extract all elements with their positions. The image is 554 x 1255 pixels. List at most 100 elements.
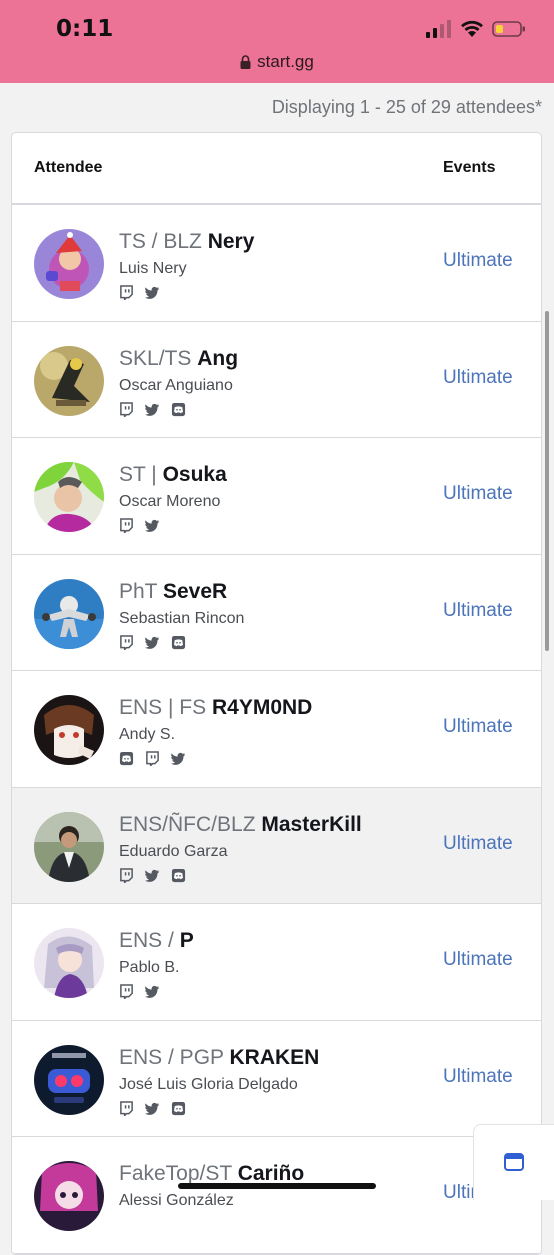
- url-text: start.gg: [257, 52, 314, 71]
- attendee-name: Sebastian Rincon: [119, 609, 245, 627]
- page-content: Displaying 1 - 25 of 29 attendees* Atten…: [0, 83, 554, 1255]
- social-links: [119, 751, 186, 766]
- table-header: Attendee Events: [12, 133, 541, 205]
- twitch-icon[interactable]: [119, 984, 134, 999]
- event-link-ultimate[interactable]: Ultimate: [443, 949, 513, 971]
- event-link-ultimate[interactable]: Ultimate: [443, 367, 513, 389]
- attendee-tag[interactable]: ST | Osuka: [119, 463, 227, 487]
- address-bar[interactable]: start.gg: [0, 52, 554, 72]
- battery-icon: [492, 21, 525, 37]
- team-prefix: TS / BLZ: [119, 230, 202, 253]
- gamer-tag: MasterKill: [261, 812, 362, 836]
- twitch-icon[interactable]: [119, 401, 134, 417]
- avatar[interactable]: [34, 345, 104, 416]
- twitch-icon[interactable]: [145, 751, 160, 766]
- attendee-tag[interactable]: TS / BLZ Nery: [119, 230, 254, 254]
- avatar[interactable]: [34, 462, 104, 532]
- scrollbar[interactable]: [545, 311, 549, 651]
- attendee-name: Luis Nery: [119, 260, 187, 277]
- table-row[interactable]: FakeTop/ST Cariño Alessi González Ultima…: [12, 1137, 541, 1254]
- attendee-name: Alessi González: [119, 1192, 234, 1209]
- clock: 0:11: [56, 16, 114, 42]
- team-prefix: ENS / PGP: [119, 1045, 224, 1069]
- avatar[interactable]: [34, 695, 104, 765]
- table-row[interactable]: ENS / PGP KRAKEN José Luis Gloria Delgad…: [12, 1020, 541, 1137]
- twitter-icon[interactable]: [145, 635, 160, 650]
- social-links: [119, 984, 160, 999]
- team-prefix: ENS/ÑFC/BLZ: [119, 812, 256, 836]
- event-link-ultimate[interactable]: Ultimate: [443, 833, 513, 855]
- column-header-attendee: Attendee: [34, 159, 103, 176]
- team-prefix: ST |: [119, 463, 157, 486]
- column-header-events: Events: [443, 159, 496, 176]
- attendee-table: Attendee Events TS / BLZ Nery Luis Nery: [11, 132, 542, 1255]
- table-row[interactable]: PhT SeveR Sebastian Rincon Ultimate: [12, 554, 541, 671]
- twitch-icon[interactable]: [119, 1100, 134, 1116]
- twitter-icon[interactable]: [145, 1101, 160, 1116]
- attendee-tag[interactable]: SKL/TS Ang: [119, 347, 238, 371]
- twitter-icon[interactable]: [145, 868, 160, 883]
- signal-icon: [426, 20, 451, 38]
- avatar[interactable]: [34, 1044, 104, 1115]
- wifi-icon: [461, 20, 483, 37]
- twitch-icon[interactable]: [119, 285, 134, 300]
- twitter-icon[interactable]: [145, 285, 160, 300]
- avatar[interactable]: [34, 1161, 104, 1231]
- social-links: [119, 634, 186, 650]
- avatar[interactable]: [34, 229, 104, 299]
- table-row[interactable]: SKL/TS Ang Oscar Anguiano Ultimate: [12, 321, 541, 438]
- table-row[interactable]: ENS / P Pablo B. Ultimate: [12, 904, 541, 1021]
- attendee-name: José Luis Gloria Delgado: [119, 1075, 298, 1093]
- gamer-tag: Osuka: [162, 463, 227, 486]
- attendee-name: Pablo B.: [119, 959, 180, 976]
- discord-icon[interactable]: [171, 868, 186, 883]
- attendee-name: Andy S.: [119, 726, 176, 743]
- gamer-tag: KRAKEN: [229, 1045, 320, 1069]
- avatar[interactable]: [34, 928, 104, 998]
- twitter-icon[interactable]: [145, 402, 160, 417]
- gamer-tag: SeveR: [162, 579, 228, 603]
- social-links: [119, 1100, 186, 1116]
- tab-switcher-button[interactable]: [473, 1124, 554, 1200]
- discord-icon[interactable]: [171, 402, 186, 417]
- discord-icon[interactable]: [119, 751, 134, 766]
- twitter-icon[interactable]: [171, 751, 186, 766]
- lock-icon: [240, 55, 251, 69]
- event-link-ultimate[interactable]: Ultimate: [443, 483, 513, 505]
- attendee-tag[interactable]: ENS | FS R4YM0ND: [119, 696, 312, 720]
- twitch-icon[interactable]: [119, 634, 134, 650]
- social-links: [119, 867, 186, 883]
- system-icons: [426, 20, 526, 38]
- avatar[interactable]: [34, 578, 104, 649]
- team-prefix: PhT: [119, 579, 158, 603]
- discord-icon[interactable]: [171, 1101, 186, 1116]
- attendee-tag[interactable]: ENS/ÑFC/BLZ MasterKill: [119, 813, 362, 837]
- team-prefix: SKL/TS: [119, 346, 192, 370]
- team-prefix: ENS /: [119, 929, 174, 952]
- attendee-tag[interactable]: ENS / P: [119, 929, 194, 953]
- table-row[interactable]: ENS | FS R4YM0ND Andy S. Ultimate: [12, 671, 541, 788]
- gamer-tag: Ang: [197, 346, 239, 370]
- twitter-icon[interactable]: [145, 984, 160, 999]
- gamer-tag: R4YM0ND: [211, 696, 313, 719]
- attendee-count: Displaying 1 - 25 of 29 attendees*: [271, 97, 542, 117]
- event-link-ultimate[interactable]: Ultimate: [443, 716, 513, 738]
- social-links: [119, 518, 160, 533]
- table-row[interactable]: ENS/ÑFC/BLZ MasterKill Eduardo Garza Ult…: [12, 787, 541, 904]
- home-indicator[interactable]: [178, 1183, 376, 1189]
- event-link-ultimate[interactable]: Ultimate: [443, 250, 513, 272]
- social-links: [119, 401, 186, 417]
- avatar[interactable]: [34, 811, 104, 882]
- gamer-tag: P: [179, 929, 194, 952]
- twitch-icon[interactable]: [119, 867, 134, 883]
- twitch-icon[interactable]: [119, 518, 134, 533]
- event-link-ultimate[interactable]: Ultimate: [443, 1066, 513, 1088]
- attendee-tag[interactable]: PhT SeveR: [119, 580, 227, 604]
- event-link-ultimate[interactable]: Ultimate: [443, 600, 513, 622]
- discord-icon[interactable]: [171, 635, 186, 650]
- team-prefix: ENS | FS: [119, 696, 207, 719]
- table-row[interactable]: TS / BLZ Nery Luis Nery Ultimate: [12, 205, 541, 322]
- attendee-tag[interactable]: ENS / PGP KRAKEN: [119, 1046, 319, 1070]
- twitter-icon[interactable]: [145, 518, 160, 533]
- table-row[interactable]: ST | Osuka Oscar Moreno Ultimate: [12, 438, 541, 555]
